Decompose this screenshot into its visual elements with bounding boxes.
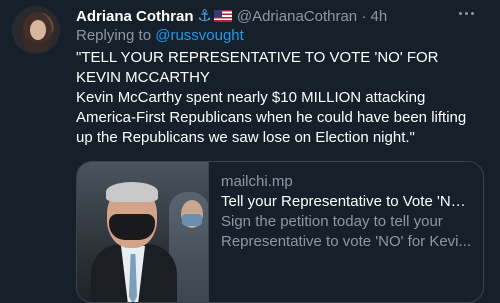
card-image-mask: [109, 214, 155, 240]
handle-and-timestamp[interactable]: @AdrianaCothran · 4h: [237, 8, 387, 25]
anchor-icon: ⚓: [197, 8, 212, 25]
card-text[interactable]: mailchi.mp Tell your Representative to V…: [209, 162, 483, 302]
replying-to: Replying to @russvought: [76, 27, 244, 44]
card-domain: mailchi.mp: [221, 173, 293, 190]
more-options-icon[interactable]: [454, 4, 478, 22]
card-image[interactable]: [77, 162, 209, 302]
avatar-face: [30, 20, 46, 40]
tweet-text-line: "TELL YOUR REPRESENTATIVE TO VOTE 'NO' F…: [76, 49, 439, 86]
card-title: Tell your Representative to Vote 'NO...: [221, 193, 471, 210]
card-description: Sign the petition today to tell your Rep…: [221, 212, 471, 252]
tweet-header: Adriana Cothran ⚓ @AdrianaCothran · 4h: [76, 6, 387, 26]
card-image-hair: [106, 182, 158, 202]
replying-prefix: Replying to: [76, 27, 152, 44]
card-description-line: Sign the petition today to tell your: [221, 213, 443, 230]
tweet[interactable]: Adriana Cothran ⚓ @AdrianaCothran · 4h R…: [0, 0, 500, 303]
card-image-background-mask: [182, 214, 202, 226]
display-name[interactable]: Adriana Cothran: [76, 8, 194, 25]
card-description-line: Representative to vote 'NO' for Kevi...: [221, 233, 471, 250]
link-card[interactable]: mailchi.mp Tell your Representative to V…: [76, 161, 484, 303]
us-flag-icon: [213, 10, 232, 22]
replying-to-link[interactable]: @russvought: [155, 27, 244, 44]
avatar[interactable]: [12, 6, 60, 54]
tweet-text: "TELL YOUR REPRESENTATIVE TO VOTE 'NO' F…: [76, 48, 486, 148]
tweet-text-line: Kevin McCarthy spent nearly $10 MILLION …: [76, 89, 467, 146]
name-emojis: ⚓: [198, 6, 232, 26]
